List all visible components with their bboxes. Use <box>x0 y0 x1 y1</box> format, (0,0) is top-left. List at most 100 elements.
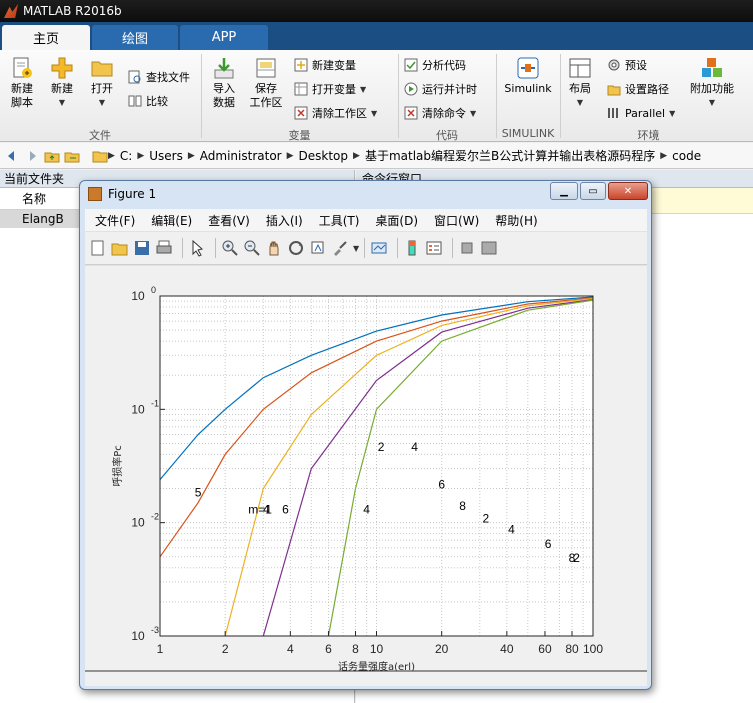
new-variable-button[interactable]: 新建变量 <box>294 56 356 74</box>
breadcrumb-administrator[interactable]: Administrator <box>200 149 282 163</box>
open-file-icon[interactable] <box>111 239 129 257</box>
breadcrumb-desktop[interactable]: Desktop <box>299 149 349 163</box>
section-label-variable: 变量 <box>288 129 311 142</box>
y-tick-label: 10 <box>131 289 145 303</box>
tab-plots[interactable]: 绘图 <box>92 25 178 50</box>
folder-icon <box>92 151 108 162</box>
breadcrumb-separator-icon: ▶ <box>660 150 668 161</box>
pointer-icon[interactable] <box>188 239 206 257</box>
x-tick-label: 40 <box>500 642 514 656</box>
tab-apps[interactable]: APP <box>180 25 268 50</box>
menu-view[interactable]: 查看(V) <box>208 212 250 229</box>
menu-tools[interactable]: 工具(T) <box>319 212 360 229</box>
show-plot-tools-icon[interactable] <box>480 239 498 257</box>
breadcrumb-code[interactable]: code <box>672 149 701 163</box>
clear-workspace-button[interactable]: 清除工作区 ▼ <box>294 104 377 122</box>
colorbar-icon[interactable] <box>403 239 421 257</box>
parallel-button[interactable]: Parallel ▼ <box>607 104 675 122</box>
y-tick-label: 10 <box>131 629 145 643</box>
minimize-button[interactable]: ▁ <box>550 182 578 200</box>
curve-annotation: 8 <box>459 499 466 513</box>
new-variable-label: 新建变量 <box>312 59 356 72</box>
figure-window[interactable]: Figure 1 ▁ ▭ ✕ 文件(F) 编辑(E) 查看(V) 插入(I) 工… <box>79 180 652 690</box>
chevron-down-icon[interactable]: ▼ <box>353 244 359 253</box>
ribbon-divider <box>560 54 561 138</box>
breadcrumb-project-folder[interactable]: 基于matlab编程爱尔兰B公式计算并输出表格源码程序 <box>365 147 655 164</box>
layout-button[interactable]: 布局 ▼ <box>564 56 596 110</box>
y-tick-exponent: -2 <box>151 512 159 522</box>
compare-icon <box>128 95 142 107</box>
link-plot-icon[interactable] <box>370 239 388 257</box>
x-tick-label: 2 <box>222 642 229 656</box>
zoom-out-icon[interactable] <box>243 239 261 257</box>
toolbar-divider <box>182 238 183 258</box>
find-files-button[interactable]: 查找文件 <box>128 68 190 86</box>
preferences-button[interactable]: 预设 <box>607 56 647 74</box>
new-figure-icon[interactable] <box>89 239 107 257</box>
rotate-3d-icon[interactable] <box>287 239 305 257</box>
preferences-label: 预设 <box>625 59 647 72</box>
ribbon: 新建 脚本 新建 ▼ 打开 ▼ 查找文件 比较 文件 导入 数据 保存 工作区 … <box>0 50 753 142</box>
browse-folder-icon[interactable] <box>64 148 80 164</box>
clear-workspace-icon <box>294 106 308 120</box>
maximize-icon: ▭ <box>588 185 598 197</box>
menu-window[interactable]: 窗口(W) <box>434 212 479 229</box>
addons-label: 附加功能 <box>690 82 734 95</box>
hide-plot-tools-icon[interactable] <box>458 239 476 257</box>
layout-icon <box>569 58 591 78</box>
menu-file[interactable]: 文件(F) <box>95 212 135 229</box>
import-data-icon <box>214 58 234 79</box>
up-folder-icon[interactable] <box>44 148 60 164</box>
print-icon[interactable] <box>155 239 173 257</box>
addons-button[interactable]: 附加功能 ▼ <box>686 56 738 110</box>
open-button[interactable]: 打开 ▼ <box>86 56 118 110</box>
pan-hand-icon[interactable] <box>265 239 283 257</box>
menu-insert[interactable]: 插入(I) <box>266 212 303 229</box>
new-script-button[interactable]: 新建 脚本 <box>6 56 38 110</box>
ribbon-divider <box>201 54 202 138</box>
compare-button[interactable]: 比较 <box>128 92 168 110</box>
new-button[interactable]: 新建 ▼ <box>46 56 78 110</box>
clear-commands-button[interactable]: 清除命令 ▼ <box>404 104 476 122</box>
open-variable-button[interactable]: 打开变量 ▼ <box>294 80 366 98</box>
set-path-button[interactable]: 设置路径 <box>607 80 669 98</box>
breadcrumb-users[interactable]: Users <box>149 149 183 163</box>
set-path-label: 设置路径 <box>625 83 669 96</box>
back-arrow-icon[interactable] <box>4 148 20 164</box>
maximize-button[interactable]: ▭ <box>580 182 606 200</box>
menu-edit[interactable]: 编辑(E) <box>151 212 192 229</box>
plot-svg[interactable]: 1 2 4 6 8 10 20 40 60 80 10010 010 -110 -210 -35m=14 62… <box>85 266 647 686</box>
menu-help[interactable]: 帮助(H) <box>495 212 537 229</box>
simulink-button[interactable]: Simulink <box>502 56 554 96</box>
save-workspace-button[interactable]: 保存 工作区 <box>248 56 284 110</box>
forward-arrow-icon[interactable] <box>24 148 40 164</box>
run-and-time-button[interactable]: 运行并计时 <box>404 80 477 98</box>
import-data-button[interactable]: 导入 数据 <box>208 56 240 110</box>
analyze-code-button[interactable]: 分析代码 <box>404 56 466 74</box>
open-variable-icon <box>294 82 308 96</box>
save-icon[interactable] <box>133 239 151 257</box>
menu-desktop[interactable]: 桌面(D) <box>375 212 418 229</box>
clear-workspace-label: 清除工作区 <box>312 107 367 120</box>
close-icon: ✕ <box>623 185 633 197</box>
close-button[interactable]: ✕ <box>608 182 648 200</box>
legend-icon[interactable] <box>425 239 443 257</box>
folder-icon <box>91 61 113 77</box>
run-and-time-icon <box>404 82 418 96</box>
chevron-down-icon: ▼ <box>470 108 477 118</box>
file-name: ElangB <box>22 212 64 226</box>
tab-home[interactable]: 主页 <box>2 25 90 50</box>
data-cursor-icon[interactable] <box>309 239 327 257</box>
breadcrumb-separator-icon: ▶ <box>286 150 294 161</box>
figure-canvas[interactable]: 1 2 4 6 8 10 20 40 60 80 100 10 0 10 -1 10 -2 10 -3 5 m=1 4 6 2… <box>85 266 647 686</box>
section-label-file: 文件 <box>89 129 111 142</box>
breadcrumb-drive[interactable]: C: <box>120 149 132 163</box>
parallel-label: Parallel <box>625 106 666 120</box>
brush-icon[interactable] <box>331 239 349 257</box>
curve-annotation: 4 <box>411 440 418 454</box>
x-tick-label: 80 <box>565 642 579 656</box>
zoom-in-icon[interactable] <box>221 239 239 257</box>
compare-label: 比较 <box>146 95 168 108</box>
x-tick-label: 10 <box>370 642 384 656</box>
curve-annotation: 6 <box>282 503 289 517</box>
